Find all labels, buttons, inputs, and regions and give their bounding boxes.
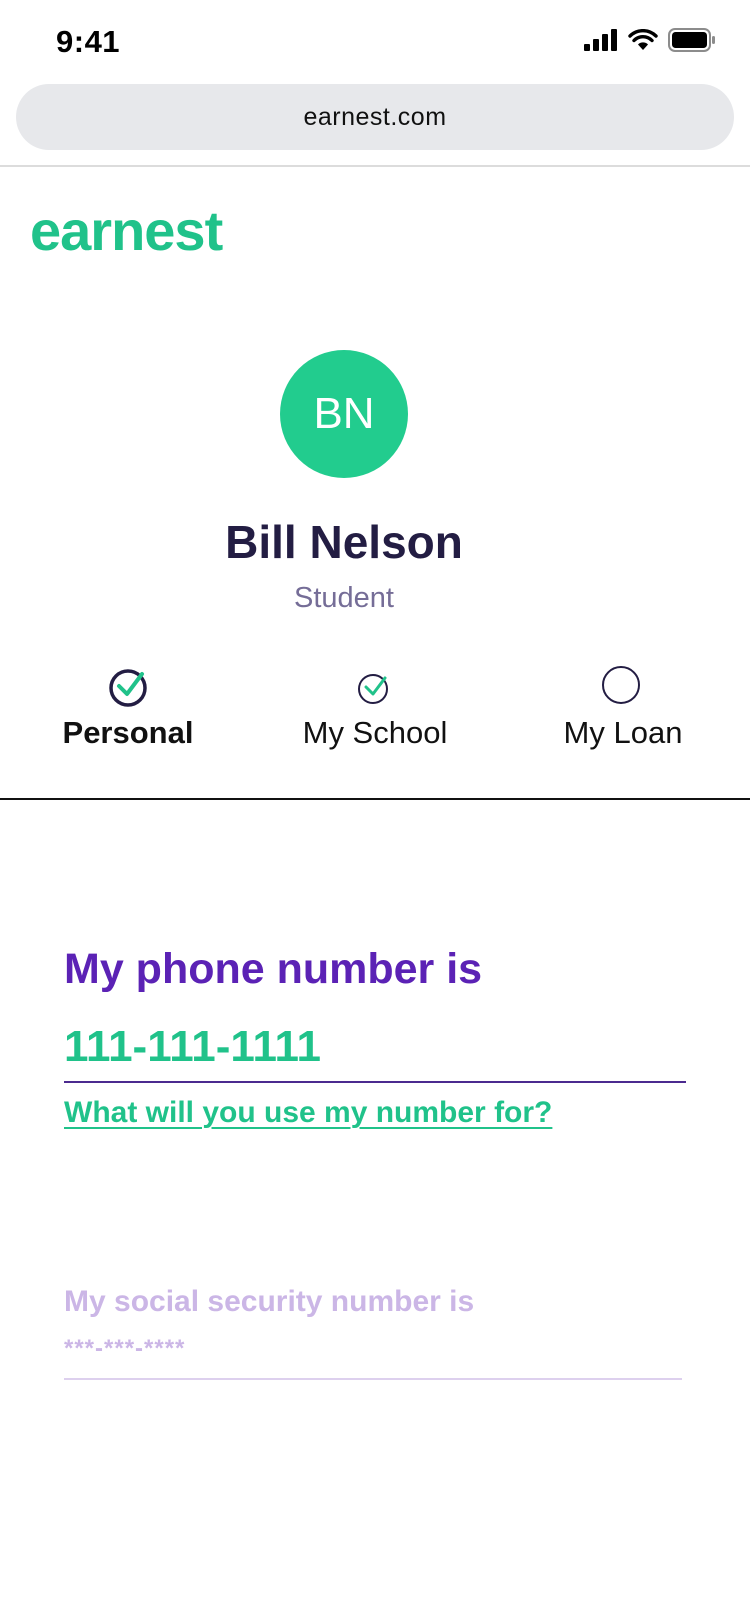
status-icons bbox=[584, 28, 716, 52]
check-circle-icon bbox=[358, 674, 388, 704]
phone-question: My phone number is bbox=[64, 945, 483, 993]
step-label-my-school: My School bbox=[302, 715, 448, 750]
step-my-loan[interactable]: My Loan bbox=[498, 665, 748, 751]
wifi-icon bbox=[628, 29, 658, 50]
avatar-initials: BN bbox=[313, 389, 375, 438]
step-label-personal: Personal bbox=[62, 715, 194, 750]
cellular-signal-icon bbox=[584, 29, 617, 51]
user-role: Student bbox=[294, 582, 394, 614]
phone-input[interactable]: 111-111-1111 bbox=[64, 1022, 321, 1072]
ssn-question: My social security number is bbox=[64, 1285, 475, 1318]
header-divider bbox=[0, 165, 750, 167]
user-name: Bill Nelson bbox=[225, 516, 463, 568]
step-personal[interactable]: Personal bbox=[3, 665, 253, 751]
empty-circle-icon bbox=[602, 666, 640, 704]
step-label-my-loan: My Loan bbox=[563, 715, 683, 750]
ssn-input[interactable]: ***-***-**** bbox=[64, 1335, 185, 1363]
step-my-school[interactable]: My School bbox=[250, 665, 500, 751]
avatar: BN bbox=[280, 350, 408, 478]
browser-url-bar[interactable]: earnest.com bbox=[16, 84, 734, 150]
status-time: 9:41 bbox=[56, 24, 121, 59]
phone-usage-link[interactable]: What will you use my number for? bbox=[64, 1096, 552, 1130]
steps-divider bbox=[0, 798, 750, 800]
ssn-input-underline bbox=[64, 1378, 682, 1380]
check-circle-icon bbox=[109, 669, 147, 707]
url-text: earnest.com bbox=[303, 102, 447, 131]
status-bar: 9:41 bbox=[0, 0, 750, 80]
battery-icon bbox=[668, 28, 715, 52]
phone-input-underline bbox=[64, 1081, 686, 1083]
earnest-logo[interactable]: earnest bbox=[30, 198, 223, 263]
